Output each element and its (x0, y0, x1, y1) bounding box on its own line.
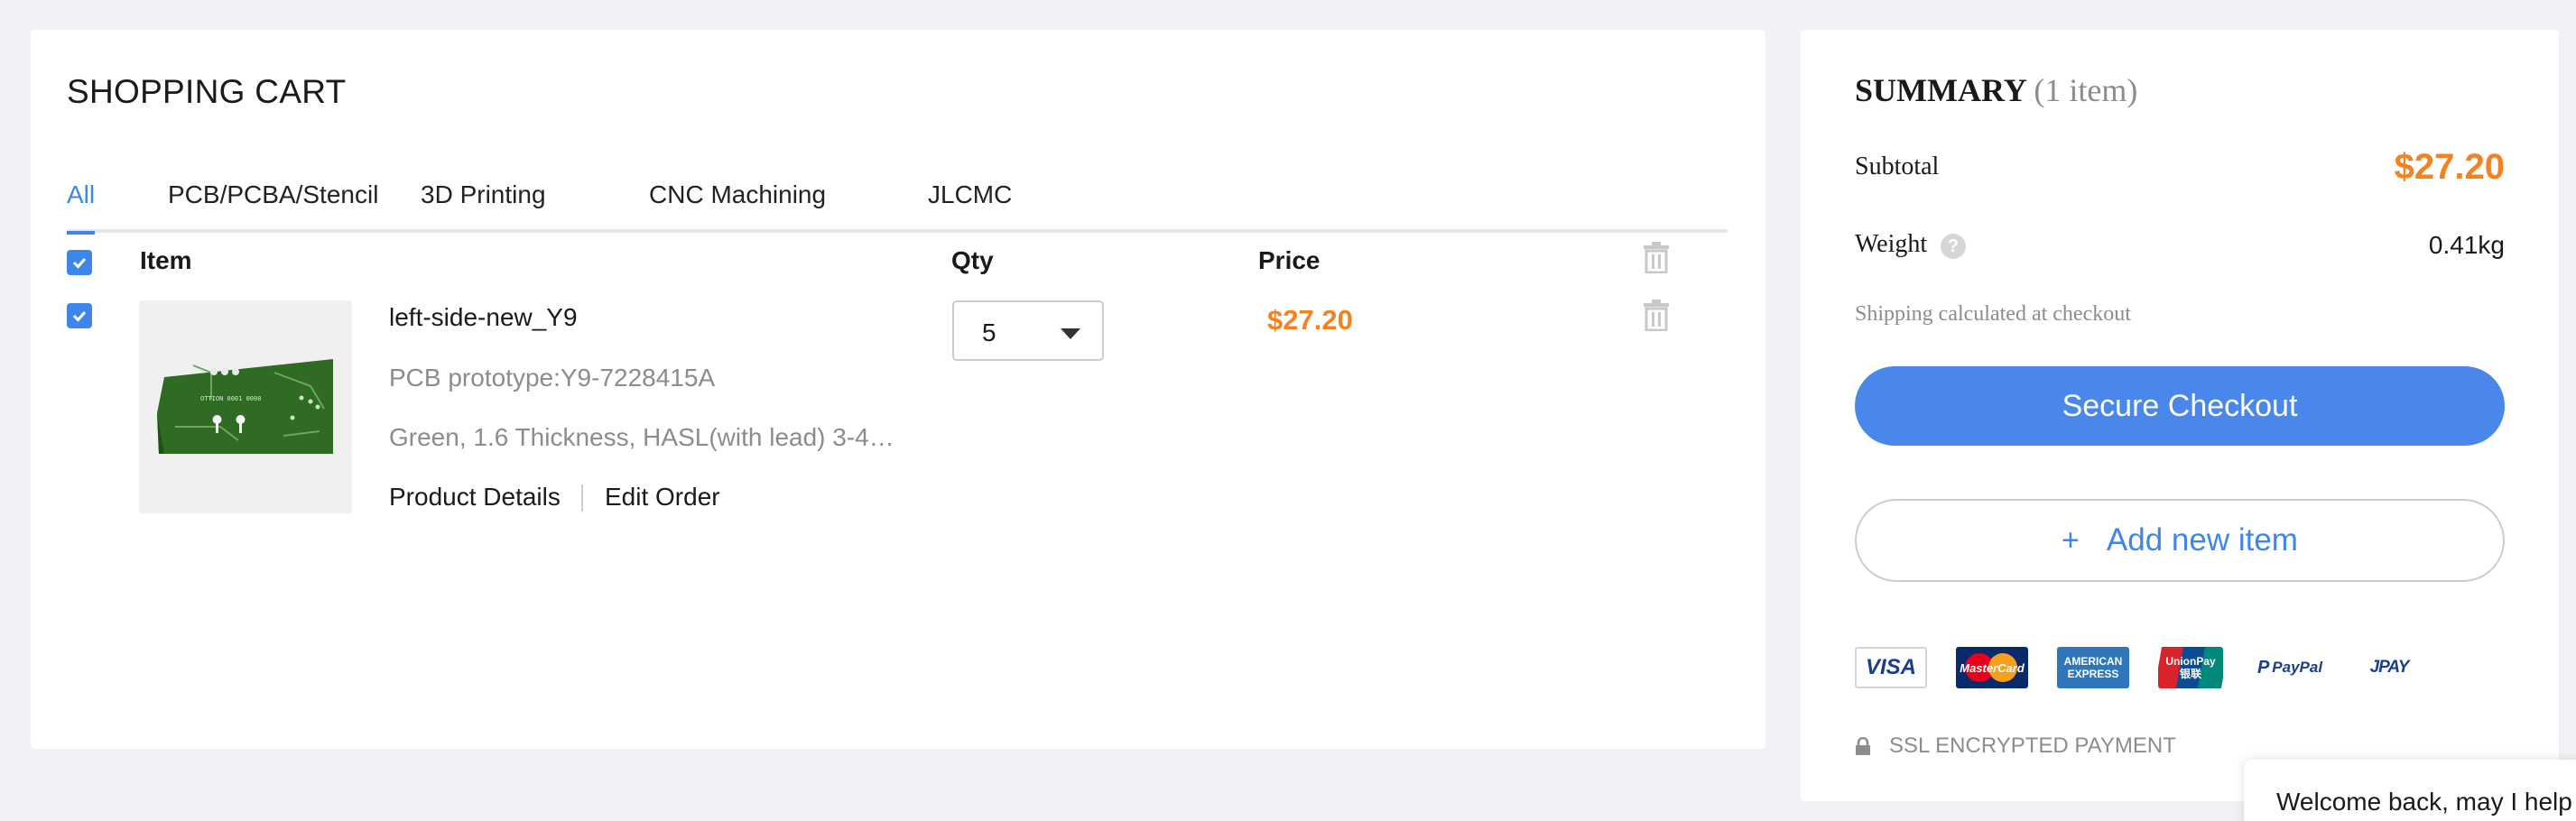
category-tabs: All PCB/PCBA/Stencil 3D Printing CNC Mac… (67, 152, 1728, 235)
summary-item-count: (1 item) (2034, 72, 2138, 108)
plus-icon: + (2062, 522, 2080, 558)
link-divider (581, 484, 583, 512)
tab-cnc-machining[interactable]: CNC Machining (649, 180, 826, 231)
order-summary-panel: SUMMARY (1 item) Subtotal $27.20 Weight … (1801, 30, 2559, 801)
board-silkscreen-text: OTTION 0001 0000 (200, 395, 261, 402)
weight-label: Weight (1855, 230, 1928, 258)
amex-text-top: AMERICAN (2063, 655, 2123, 668)
column-header-qty: Qty (951, 246, 994, 274)
paypal-logo: P PayPal (2254, 647, 2326, 688)
checkmark-icon (72, 311, 87, 322)
tab-3d-printing[interactable]: 3D Printing (421, 180, 546, 231)
help-icon[interactable]: ? (1941, 234, 1966, 259)
secure-checkout-button[interactable]: Secure Checkout (1855, 366, 2505, 446)
subtotal-label: Subtotal (1855, 152, 1940, 180)
shipping-note: Shipping calculated at checkout (1855, 302, 2131, 326)
visa-logo: VISA (1855, 647, 1927, 688)
select-all-checkbox[interactable] (67, 250, 92, 275)
paypal-mark: P (2256, 657, 2270, 678)
item-specs: Green, 1.6 Thickness, HASL(with lead) 3-… (389, 423, 894, 451)
page-title: SHOPPING CART (67, 73, 347, 110)
add-new-item-label: Add new item (2106, 522, 2298, 558)
pcb-board-image: OTTION 0001 0000 (157, 359, 333, 454)
checkmark-icon (72, 258, 87, 269)
chevron-down-icon (1061, 328, 1080, 339)
mastercard-logo: MasterCard (1956, 647, 2028, 688)
weight-value: 0.41kg (2428, 231, 2505, 259)
add-new-item-button[interactable]: + Add new item (1855, 499, 2505, 582)
unionpay-logo: UnionPay 银联 (2158, 647, 2223, 688)
item-select-checkbox[interactable] (67, 303, 92, 328)
chat-popup[interactable]: Welcome back, may I help y (2244, 760, 2576, 821)
ssl-text: SSL ENCRYPTED PAYMENT (1889, 733, 2176, 758)
lock-icon (1856, 737, 1870, 755)
column-header-price: Price (1258, 246, 1320, 274)
amex-text-bottom: EXPRESS (2067, 668, 2119, 680)
quantity-value: 5 (982, 318, 996, 346)
unionpay-cn-text: 银联 (2179, 668, 2201, 680)
chat-message: Welcome back, may I help y (2276, 788, 2576, 816)
column-header-item: Item (140, 246, 192, 274)
jpay-logo: JPAY (2369, 658, 2410, 677)
item-name[interactable]: left-side-new_Y9 (389, 303, 578, 332)
edit-order-link[interactable]: Edit Order (605, 483, 720, 512)
summary-title: SUMMARY (1 item) (1855, 71, 2137, 109)
tab-pcb-pcba-stencil[interactable]: PCB/PCBA/Stencil (168, 180, 378, 231)
tab-all[interactable]: All (67, 180, 96, 235)
item-product-code: PCB prototype:Y9-7228415A (389, 364, 716, 392)
delete-selected-trash-icon[interactable] (1643, 241, 1670, 273)
product-thumbnail[interactable]: OTTION 0001 0000 (139, 300, 352, 513)
unionpay-text: UnionPay (2165, 655, 2216, 668)
amex-logo: AMERICAN EXPRESS (2057, 647, 2129, 688)
subtotal-value: $27.20 (2394, 147, 2505, 187)
product-details-link[interactable]: Product Details (389, 483, 561, 512)
ssl-encrypted-note: SSL ENCRYPTED PAYMENT (1855, 733, 2176, 759)
tab-jlcmc[interactable]: JLCMC (928, 180, 1012, 231)
shopping-cart-panel: SHOPPING CART All PCB/PCBA/Stencil 3D Pr… (31, 30, 1765, 749)
mastercard-text: MasterCard (1960, 660, 2025, 675)
quantity-select[interactable]: 5 (952, 300, 1104, 361)
item-price: $27.20 (1267, 304, 1353, 336)
paypal-text: PayPal (2272, 659, 2323, 676)
delete-item-trash-icon[interactable] (1643, 299, 1670, 331)
summary-heading: SUMMARY (1855, 72, 2026, 108)
